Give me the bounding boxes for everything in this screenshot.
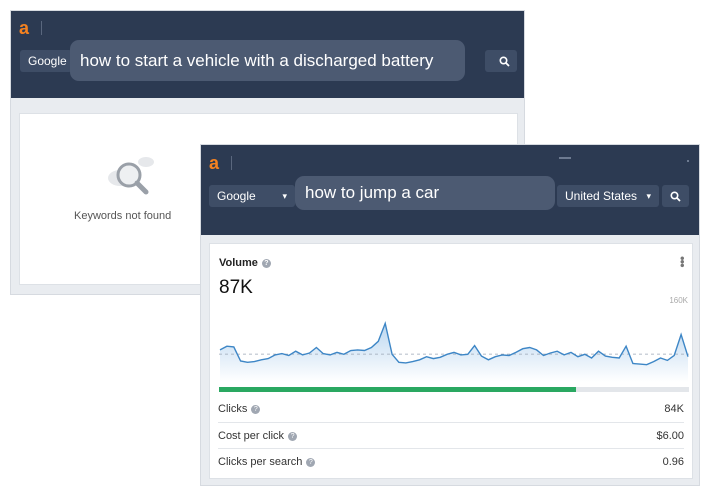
help-icon[interactable]: ?: [288, 431, 298, 441]
country-select[interactable]: United States ▾: [557, 185, 659, 207]
search-icon: [670, 190, 681, 202]
volume-heading: Volume?: [219, 257, 271, 269]
volume-chart: [219, 320, 689, 382]
engine-label: Google: [217, 189, 256, 203]
back-topbar: a Google how to start a vehicle with a d…: [11, 11, 524, 98]
front-topbar: a Google ▾ how to jump a car United Stat…: [201, 145, 699, 235]
metric-row: Cost per click? $6.00: [218, 422, 684, 448]
metric-label: Clicks?: [218, 403, 261, 415]
search-engine-select[interactable]: Google ▾: [209, 185, 295, 207]
search-icon: [498, 55, 510, 67]
logo-divider: [41, 21, 42, 35]
metric-label-text: Clicks: [218, 403, 248, 415]
help-icon[interactable]: ?: [251, 405, 261, 414]
volume-panel: Volume? ••• 87K 160K Clicks? 84K Cost per …: [209, 243, 693, 479]
search-engine-select[interactable]: Google: [20, 50, 72, 72]
keyword-query-input[interactable]: how to start a vehicle with a discharged…: [70, 40, 465, 81]
ahrefs-logo[interactable]: a: [209, 154, 219, 172]
metric-label: Cost per click?: [218, 429, 298, 442]
volume-label: Volume: [219, 257, 258, 269]
more-menu-icon[interactable]: •••: [675, 256, 690, 267]
metric-value: $6.00: [656, 429, 684, 442]
help-icon[interactable]: ?: [261, 259, 271, 268]
progress-fill: [219, 387, 577, 392]
country-label: United States: [565, 189, 638, 203]
top-bar-mark: [559, 157, 571, 159]
search-button[interactable]: [662, 185, 689, 207]
metric-value: 0.96: [662, 455, 684, 468]
chevron-down-icon: ▾: [282, 190, 287, 201]
help-icon[interactable]: ?: [306, 457, 316, 467]
metric-label: Clicks per search?: [218, 455, 316, 468]
keyword-query-input[interactable]: how to jump a car: [295, 176, 555, 210]
front-window: a Google ▾ how to jump a car United Stat…: [200, 144, 700, 486]
search-button[interactable]: [491, 50, 517, 72]
chevron-down-icon: ▾: [646, 190, 651, 201]
metric-label-text: Cost per click: [218, 429, 285, 442]
chart-max-label: 160K: [669, 296, 688, 305]
metric-row: Clicks per search? 0.96: [218, 448, 684, 474]
metric-label-text: Clicks per search: [218, 455, 303, 468]
empty-state-message: Keywords not found: [74, 210, 172, 222]
volume-value: 87K: [219, 277, 253, 298]
metric-value: 84K: [664, 403, 684, 415]
ahrefs-logo[interactable]: a: [19, 19, 29, 37]
logo-divider: [231, 156, 232, 170]
top-bar-dot: [687, 160, 689, 162]
metric-row: Clicks? 84K: [218, 396, 684, 422]
magnifier-cloud-icon: [108, 157, 154, 195]
progress-track: [219, 387, 689, 392]
